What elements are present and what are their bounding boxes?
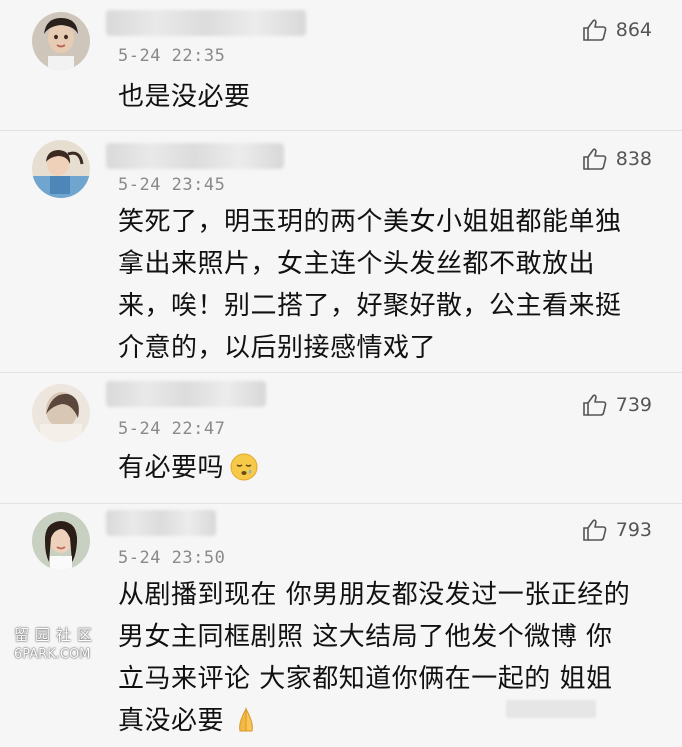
comment-line: 男女主同框剧照 这大结局了他发个微博 你 [118,622,613,652]
thumbs-up-icon [582,519,607,541]
like-button[interactable]: 739 [582,393,652,417]
comment-timestamp: 5-24 23:45 [118,175,226,195]
username[interactable] [106,10,306,36]
comment-timestamp: 5-24 22:47 [118,419,226,439]
comment-item: 5-24 23:45 838 笑死了，明玉玥的两个美女小姐姐都能单独 拿出来照片… [0,131,682,371]
watermark-en: 6PARK.COM [14,647,91,662]
pray-emoji [232,705,260,733]
like-count: 739 [615,394,652,416]
comment-line: 来，唉！别二搭了，好聚好散，公主看来挺 [118,291,622,321]
like-count: 864 [615,19,652,41]
username[interactable] [106,143,284,169]
comment-line: 有必要吗 [118,453,225,483]
username[interactable] [106,381,266,407]
avatar[interactable] [32,140,90,198]
comment-line: 拿出来照片，女主连个头发丝都不敢放出 [118,249,596,279]
comment-text: 也是没必要 [118,76,658,118]
like-button[interactable]: 793 [582,518,652,542]
comment-text: 有必要吗 [118,447,658,489]
comment-item: 5-24 23:50 793 从剧播到现在 你男朋友都没发过一张正经的 男女主同… [0,504,682,736]
comment-line: 真没必要 [118,706,225,736]
like-button[interactable]: 838 [582,147,652,171]
like-count: 838 [615,148,652,170]
avatar[interactable] [32,12,90,70]
comment-line: 笑死了，明玉玥的两个美女小姐姐都能单独 [118,207,622,237]
comment-item: 5-24 22:47 739 有必要吗 [0,373,682,503]
thumbs-up-icon [582,19,607,41]
comment-line: 从剧播到现在 你男朋友都没发过一张正经的 [118,580,631,610]
watermark-cn: 留园社区 [14,626,99,644]
comment-item: 5-24 22:35 864 也是没必要 [0,0,682,130]
avatar[interactable] [32,512,90,570]
comment-text: 笑死了，明玉玥的两个美女小姐姐都能单独 拿出来照片，女主连个头发丝都不敢放出 来… [118,201,658,369]
comment-line: 也是没必要 [118,82,251,112]
sleepy-face-emoji [230,452,258,481]
comment-line: 介意的，以后别接感情戏了 [118,333,437,363]
comment-line: 立马来评论 大家都知道你俩在一起的 姐姐 [118,664,613,694]
username[interactable] [106,510,216,536]
site-watermark: 留园社区 6PARK.COM [14,624,98,662]
corner-watermark [506,700,596,718]
like-button[interactable]: 864 [582,18,652,42]
comment-timestamp: 5-24 22:35 [118,46,226,66]
comment-timestamp: 5-24 23:50 [118,548,226,568]
avatar[interactable] [32,384,90,442]
thumbs-up-icon [582,148,607,170]
thumbs-up-icon [582,394,607,416]
like-count: 793 [615,519,652,541]
